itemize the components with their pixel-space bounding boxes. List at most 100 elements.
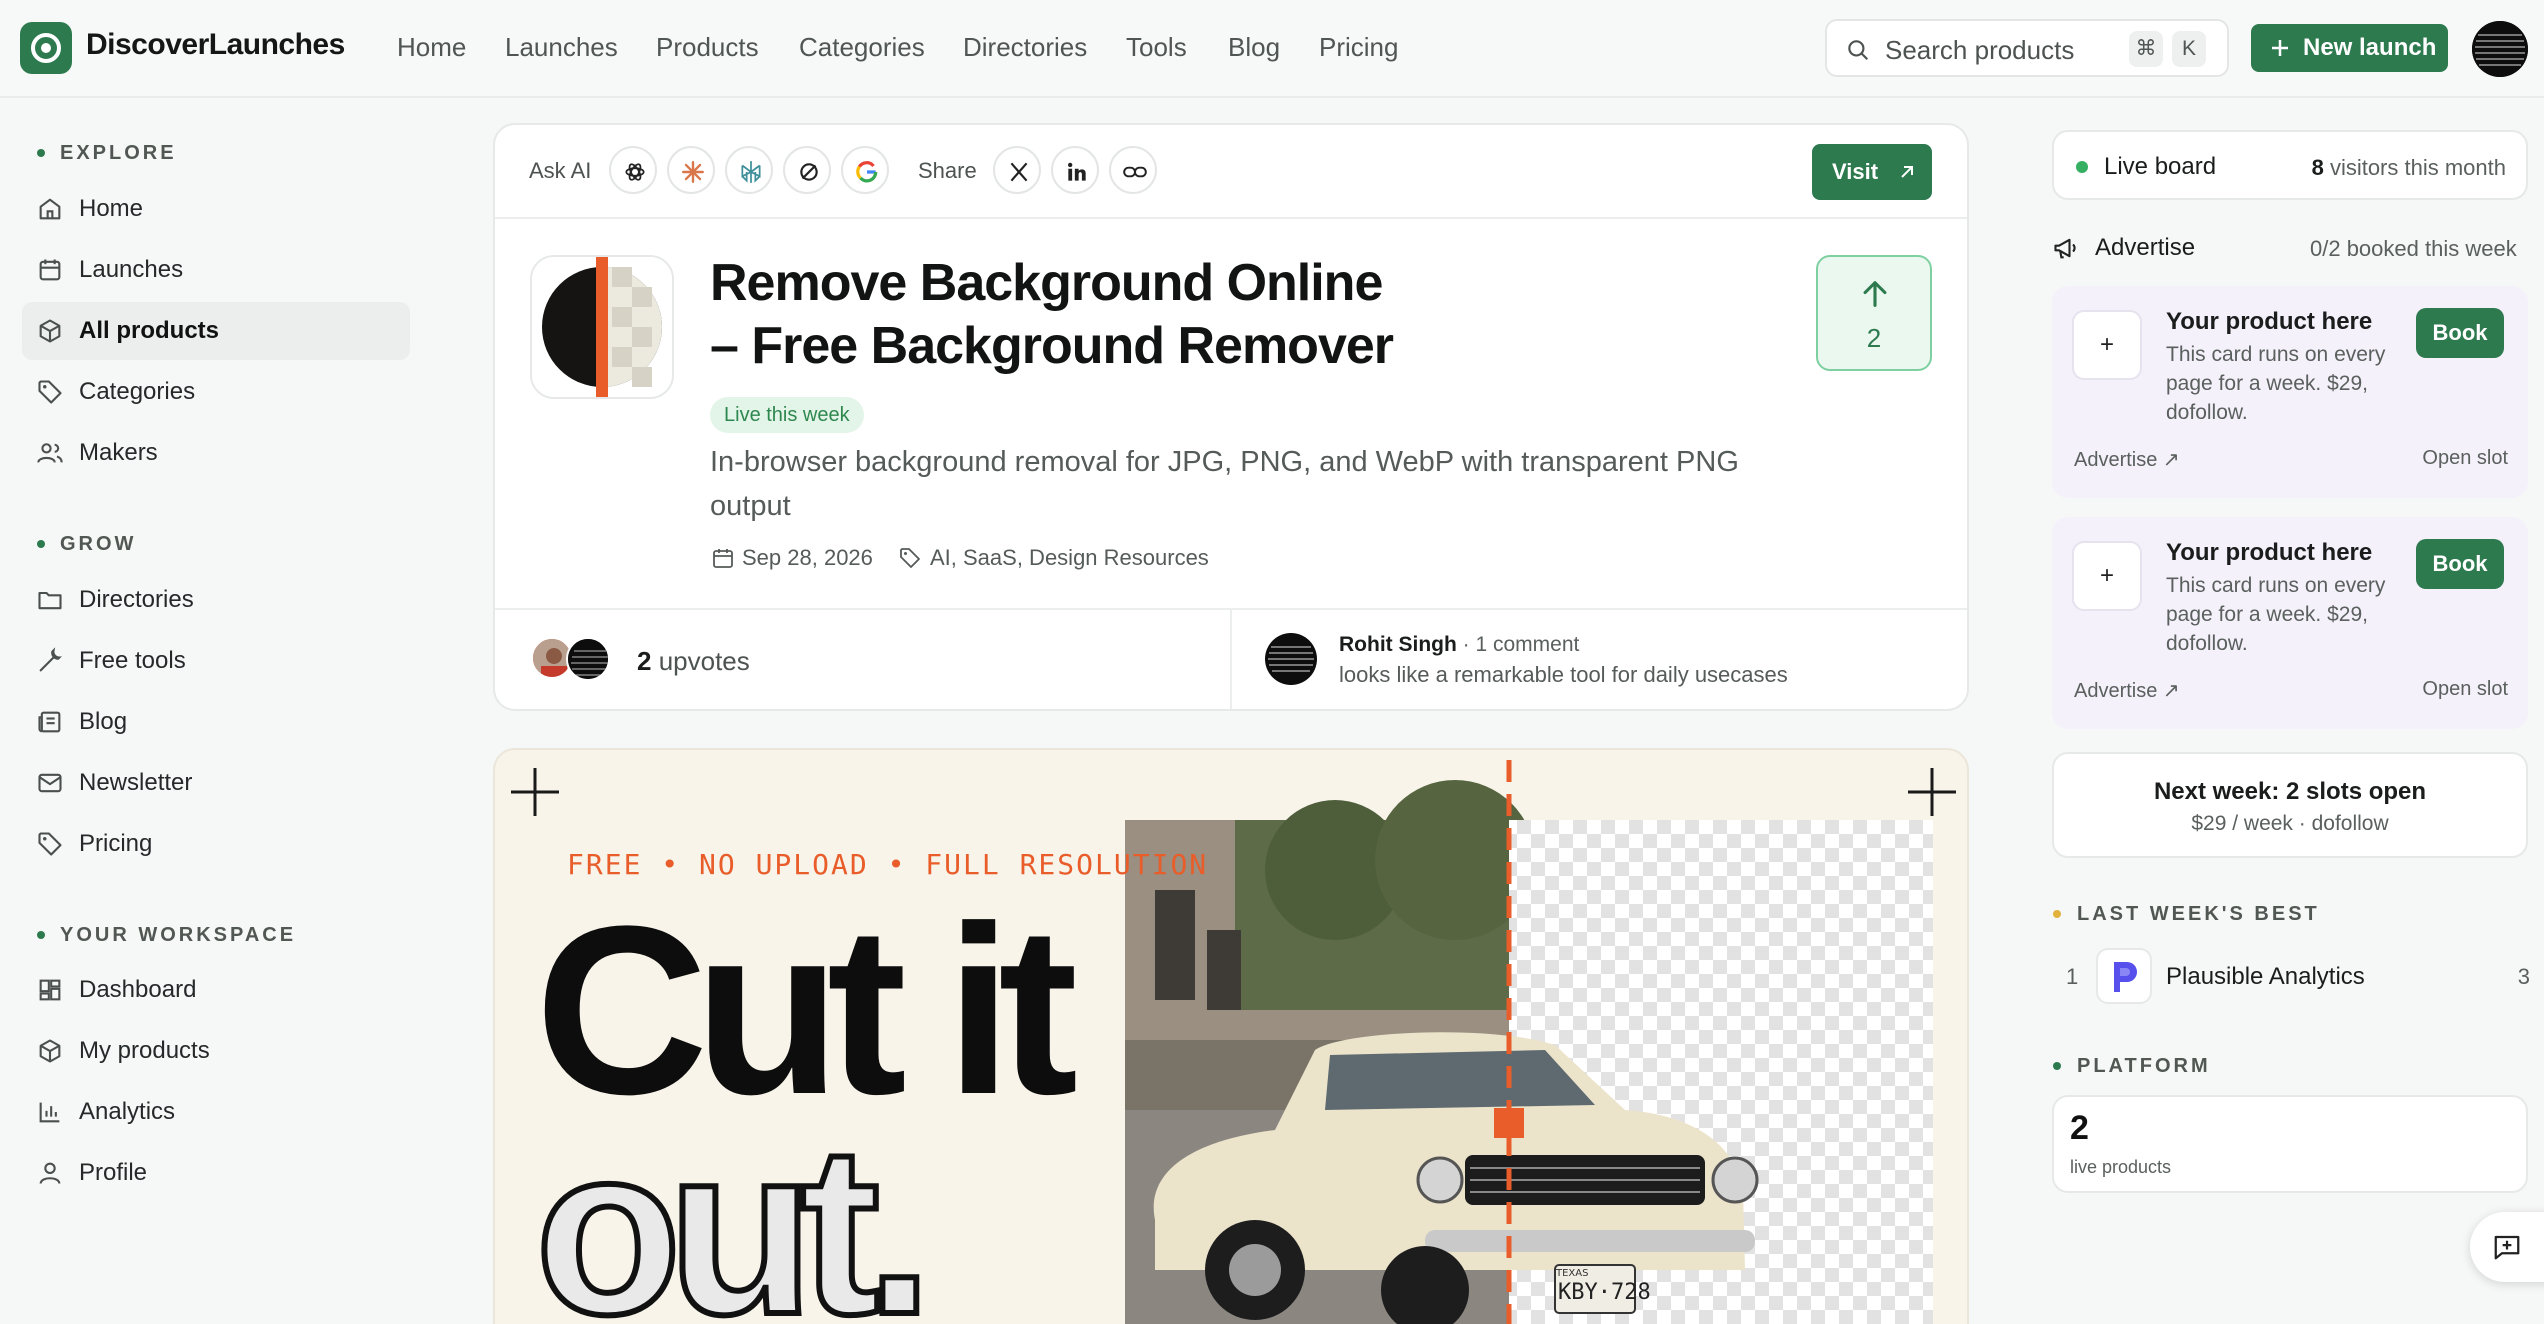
arrow-up-icon (1863, 281, 1887, 307)
linkedin-share-icon[interactable] (1051, 146, 1099, 194)
slot-title: Your product here (2166, 539, 2373, 566)
sidebar-item-blog[interactable]: Blog (22, 693, 410, 751)
share-label: Share (918, 158, 977, 183)
new-launch-label: New launch (2303, 34, 2437, 61)
box-icon (39, 1039, 61, 1063)
calendar-icon (39, 259, 61, 281)
upvoter-avatar (566, 637, 610, 681)
search-icon (1848, 40, 1868, 60)
live-badge: Live this week (710, 397, 864, 433)
live-board-label: Live board (2104, 153, 2217, 180)
plausible-logo (2096, 948, 2152, 1004)
sidebar-item-all-products[interactable]: All products (22, 302, 410, 360)
slot-description: This card runs on every page for a week.… (2166, 574, 2386, 655)
home-icon (39, 198, 61, 220)
sidebar-item-dashboard[interactable]: Dashboard (22, 961, 410, 1019)
grow-dot (37, 540, 45, 548)
newspaper-icon (38, 711, 61, 733)
sidebar-item-my-products[interactable]: My products (22, 1022, 410, 1080)
sidebar-item-label: Launches (79, 256, 184, 283)
search-placeholder: Search products (1885, 35, 2075, 65)
plate-state: TEXAS (1556, 1268, 1589, 1279)
sidebar-item-directories[interactable]: Directories (22, 571, 410, 629)
product-tags[interactable]: AI, SaaS, Design Resources (930, 545, 1209, 571)
sidebar-item-label: Directories (79, 586, 194, 613)
feedback-button[interactable] (2470, 1212, 2544, 1282)
sidebar-item-pricing[interactable]: Pricing (22, 815, 410, 873)
sidebar-item-launches[interactable]: Launches (22, 241, 410, 299)
nav-categories[interactable]: Categories (799, 32, 925, 63)
sidebar-item-label: Analytics (79, 1098, 176, 1125)
app-name[interactable]: DiscoverLaunches (86, 28, 345, 62)
kbd-cmd: ⌘ (2129, 31, 2163, 67)
commenter-name[interactable]: Rohit Singh (1339, 633, 1457, 656)
dashboard-icon (39, 979, 61, 1001)
live-board-card[interactable]: Live board 8 visitors this month (2052, 130, 2528, 200)
ad-slot-card: + Your product here This card runs on ev… (2052, 286, 2528, 498)
sidebar-item-free-tools[interactable]: Free tools (22, 632, 410, 690)
nav-products[interactable]: Products (656, 32, 759, 63)
sidebar-item-label: My products (79, 1037, 210, 1064)
platform-label: live products (2070, 1157, 2172, 1177)
nav-launches[interactable]: Launches (505, 32, 618, 63)
google-icon[interactable] (841, 146, 889, 194)
slot-status: Open slot (2422, 678, 2508, 700)
chatgpt-icon[interactable] (609, 146, 657, 194)
sidebar-item-newsletter[interactable]: Newsletter (22, 754, 410, 812)
claude-icon[interactable] (667, 146, 715, 194)
leaderboard-name: Plausible Analytics (2166, 963, 2365, 990)
next-week-sub: $29 / week · dofollow (2191, 812, 2389, 835)
booked-status: 0/2 booked this week (2310, 236, 2517, 261)
book-button[interactable]: Book (2416, 308, 2504, 358)
visit-button[interactable]: Visit (1812, 144, 1932, 200)
launch-date: Sep 28, 2026 (742, 545, 873, 570)
ad-slot-card: + Your product here This card runs on ev… (2052, 517, 2528, 729)
nav-home[interactable]: Home (397, 32, 466, 63)
wrench-icon (39, 647, 62, 672)
sidebar-item-makers[interactable]: Makers (22, 424, 410, 482)
nav-tools[interactable]: Tools (1126, 32, 1187, 63)
chat-plus-icon (2494, 1235, 2520, 1260)
external-arrow-icon (1901, 166, 1913, 178)
nav-blog[interactable]: Blog (1228, 32, 1280, 63)
explore-heading: EXPLORE (60, 142, 177, 164)
advertise-link[interactable]: Advertise ↗ (2074, 678, 2180, 703)
tag-icon (38, 380, 62, 404)
x-share-icon[interactable] (993, 146, 1041, 194)
sidebar-item-analytics[interactable]: Analytics (22, 1083, 410, 1141)
logo-icon[interactable] (20, 22, 72, 74)
workspace-dot (37, 931, 45, 939)
sidebar-item-label: Profile (79, 1159, 148, 1186)
nav-directories[interactable]: Directories (963, 32, 1087, 63)
comment-count[interactable]: · 1 comment (1463, 633, 1580, 656)
nav-pricing[interactable]: Pricing (1319, 32, 1398, 63)
book-button[interactable]: Book (2416, 539, 2504, 589)
user-avatar[interactable] (2472, 21, 2528, 77)
upvote-button[interactable]: 2 (1816, 255, 1932, 371)
perplexity-icon[interactable] (725, 146, 773, 194)
copy-link-icon[interactable] (1109, 146, 1157, 194)
product-logo (530, 255, 674, 399)
advertise-link[interactable]: Advertise ↗ (2074, 447, 2180, 472)
new-launch-button[interactable]: New launch (2251, 24, 2448, 72)
platform-dot (2053, 1062, 2061, 1070)
sidebar-item-profile[interactable]: Profile (22, 1144, 410, 1202)
sidebar-item-home[interactable]: Home (22, 180, 410, 238)
sidebar-item-categories[interactable]: Categories (22, 363, 410, 421)
hero-headline-1: Cut it (535, 876, 1078, 1144)
slot-title: Your product here (2166, 308, 2373, 335)
next-week-title: Next week: 2 slots open (2153, 778, 2427, 805)
license-plate: KBY·728 (1558, 1280, 1651, 1305)
advertise-heading: Advertise (2095, 234, 2196, 261)
sidebar-item-label: Makers (79, 439, 158, 466)
sidebar-item-label: Newsletter (79, 769, 193, 796)
upvotes-label: upvotes (658, 646, 750, 676)
commenter-avatar[interactable] (1265, 633, 1317, 685)
sidebar-item-label: Dashboard (79, 976, 197, 1003)
megaphone-icon (2054, 238, 2076, 259)
leaderboard-item[interactable]: 1 Plausible Analytics 3 (2052, 944, 2530, 1008)
grok-icon[interactable] (783, 146, 831, 194)
search-input[interactable]: Search products ⌘ K (1825, 19, 2229, 77)
next-week-card[interactable]: Next week: 2 slots open $29 / week · dof… (2052, 752, 2528, 858)
mail-icon (38, 773, 62, 793)
